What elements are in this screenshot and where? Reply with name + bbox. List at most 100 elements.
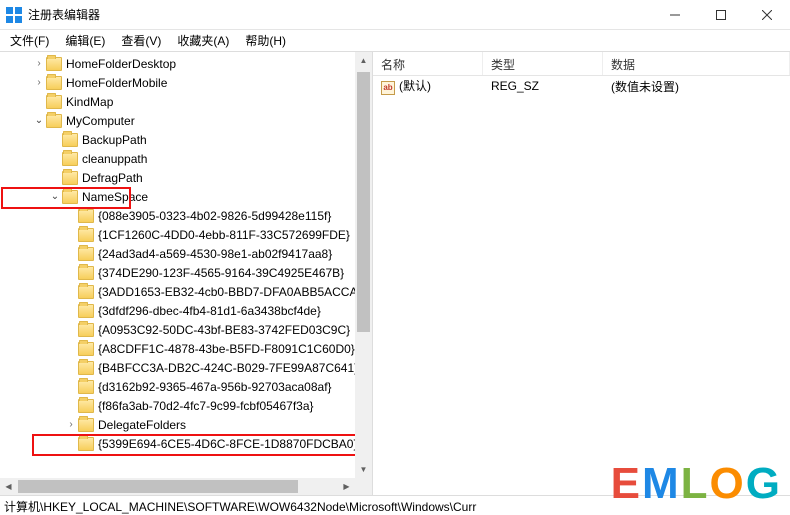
folder-icon	[78, 418, 94, 432]
tree-item[interactable]: {d3162b92-9365-467a-956b-92703aca08af}	[0, 377, 372, 396]
scroll-thumb-h[interactable]	[18, 480, 298, 493]
tree-item[interactable]: ›DelegateFolders	[0, 415, 372, 434]
wm-letter: M	[642, 459, 681, 508]
tree-horizontal-scrollbar[interactable]: ◀ ▶	[0, 478, 355, 495]
col-header-data[interactable]: 数据	[603, 52, 790, 75]
tree-vertical-scrollbar[interactable]: ▲ ▼	[355, 52, 372, 478]
maximize-button[interactable]	[698, 0, 744, 29]
folder-icon	[62, 190, 78, 204]
folder-icon	[62, 152, 78, 166]
menu-favorites[interactable]: 收藏夹(A)	[173, 30, 233, 51]
tree-item[interactable]: ⌄ NameSpace	[0, 187, 372, 206]
app-icon	[6, 7, 22, 23]
scroll-thumb[interactable]	[357, 72, 370, 332]
watermark: EMLOG	[611, 459, 782, 509]
tree-label: {d3162b92-9365-467a-956b-92703aca08af}	[98, 380, 332, 394]
tree-label: {A8CDFF1C-4878-43be-B5FD-F8091C1C60D0}	[98, 342, 355, 356]
tree-label: KindMap	[66, 95, 113, 109]
scroll-left-icon[interactable]: ◀	[0, 478, 17, 495]
tree-item[interactable]: cleanuppath	[0, 149, 372, 168]
col-header-type[interactable]: 类型	[483, 52, 603, 75]
chevron-down-icon[interactable]: ⌄	[48, 191, 62, 202]
folder-icon	[78, 285, 94, 299]
tree-item[interactable]: {A0953C92-50DC-43bf-BE83-3742FED03C9C}	[0, 320, 372, 339]
chevron-right-icon[interactable]: ›	[64, 419, 78, 430]
tree-item[interactable]: {374DE290-123F-4565-9164-39C4925E467B}	[0, 263, 372, 282]
col-header-name[interactable]: 名称	[373, 52, 483, 75]
tree-label: {f86fa3ab-70d2-4fc7-9c99-fcbf05467f3a}	[98, 399, 314, 413]
folder-icon	[78, 399, 94, 413]
folder-icon	[78, 304, 94, 318]
menu-view[interactable]: 查看(V)	[117, 30, 165, 51]
tree-item[interactable]: {088e3905-0323-4b02-9826-5d99428e115f}	[0, 206, 372, 225]
menu-file[interactable]: 文件(F)	[6, 30, 53, 51]
tree-label: {5399E694-6CE5-4D6C-8FCE-1D8870FDCBA0}	[98, 437, 357, 451]
scroll-right-icon[interactable]: ▶	[338, 478, 355, 495]
folder-icon	[46, 114, 62, 128]
tree-item[interactable]: › HomeFolderMobile	[0, 73, 372, 92]
tree-item[interactable]: {3ADD1653-EB32-4cb0-BBD7-DFA0ABB5ACCA}	[0, 282, 372, 301]
tree-item[interactable]: › HomeFolderDesktop	[0, 54, 372, 73]
folder-icon	[78, 247, 94, 261]
tree-item[interactable]: ⌄ MyComputer	[0, 111, 372, 130]
folder-icon	[78, 380, 94, 394]
tree-label: {088e3905-0323-4b02-9826-5d99428e115f}	[98, 209, 331, 223]
tree-item[interactable]: BackupPath	[0, 130, 372, 149]
scroll-corner	[355, 478, 372, 495]
tree-label: DefragPath	[82, 171, 143, 185]
close-button[interactable]	[744, 0, 790, 29]
tree-label: {3ADD1653-EB32-4cb0-BBD7-DFA0ABB5ACCA}	[98, 285, 361, 299]
scroll-up-icon[interactable]: ▲	[355, 52, 372, 69]
folder-icon	[46, 76, 62, 90]
tree-item[interactable]: {f86fa3ab-70d2-4fc7-9c99-fcbf05467f3a}	[0, 396, 372, 415]
wm-letter: O	[710, 459, 746, 508]
tree-label: {A0953C92-50DC-43bf-BE83-3742FED03C9C}	[98, 323, 350, 337]
tree-item[interactable]: KindMap	[0, 92, 372, 111]
tree-label: cleanuppath	[82, 152, 147, 166]
menubar: 文件(F) 编辑(E) 查看(V) 收藏夹(A) 帮助(H)	[0, 30, 790, 52]
values-pane: 名称 类型 数据 ab(默认) REG_SZ (数值未设置)	[373, 52, 790, 495]
tree-item[interactable]: {5399E694-6CE5-4D6C-8FCE-1D8870FDCBA0}	[0, 434, 372, 453]
menu-help[interactable]: 帮助(H)	[241, 30, 290, 51]
value-name-cell: ab(默认)	[373, 77, 483, 95]
chevron-right-icon[interactable]: ›	[32, 77, 46, 88]
folder-icon	[78, 228, 94, 242]
chevron-down-icon[interactable]: ⌄	[32, 115, 46, 126]
folder-icon	[62, 133, 78, 147]
tree-label: {374DE290-123F-4565-9164-39C4925E467B}	[98, 266, 344, 280]
tree-label: MyComputer	[66, 114, 135, 128]
tree-item[interactable]: {1CF1260C-4DD0-4ebb-811F-33C572699FDE}	[0, 225, 372, 244]
menu-edit[interactable]: 编辑(E)	[61, 30, 109, 51]
tree-label: NameSpace	[82, 190, 148, 204]
tree-pane: › HomeFolderDesktop › HomeFolderMobile KindM…	[0, 52, 373, 495]
tree-item[interactable]: {3dfdf296-dbec-4fb4-81d1-6a3438bcf4de}	[0, 301, 372, 320]
tree-label: {B4BFCC3A-DB2C-424C-B029-7FE99A87C641}	[98, 361, 358, 375]
value-type: REG_SZ	[483, 79, 603, 93]
folder-icon	[46, 95, 62, 109]
tree-label: HomeFolderDesktop	[66, 57, 176, 71]
tree-label: {3dfdf296-dbec-4fb4-81d1-6a3438bcf4de}	[98, 304, 321, 318]
tree-label: {1CF1260C-4DD0-4ebb-811F-33C572699FDE}	[98, 228, 350, 242]
folder-icon	[78, 437, 94, 451]
wm-letter: L	[681, 459, 710, 508]
tree-label: {24ad3ad4-a569-4530-98e1-ab02f9417aa8}	[98, 247, 332, 261]
folder-icon	[78, 209, 94, 223]
value-row[interactable]: ab(默认) REG_SZ (数值未设置)	[373, 76, 790, 96]
tree-label: BackupPath	[82, 133, 147, 147]
tree-item[interactable]: {B4BFCC3A-DB2C-424C-B029-7FE99A87C641}	[0, 358, 372, 377]
folder-icon	[46, 57, 62, 71]
folder-icon	[78, 342, 94, 356]
folder-icon	[78, 361, 94, 375]
tree-item[interactable]: {A8CDFF1C-4878-43be-B5FD-F8091C1C60D0}	[0, 339, 372, 358]
wm-letter: G	[746, 459, 782, 508]
tree-item[interactable]: {24ad3ad4-a569-4530-98e1-ab02f9417aa8}	[0, 244, 372, 263]
tree-item[interactable]: DefragPath	[0, 168, 372, 187]
folder-icon	[78, 266, 94, 280]
minimize-button[interactable]	[652, 0, 698, 29]
folder-icon	[78, 323, 94, 337]
chevron-right-icon[interactable]: ›	[32, 58, 46, 69]
tree-label: HomeFolderMobile	[66, 76, 167, 90]
value-data: (数值未设置)	[603, 78, 790, 95]
scroll-down-icon[interactable]: ▼	[355, 461, 372, 478]
folder-icon	[62, 171, 78, 185]
